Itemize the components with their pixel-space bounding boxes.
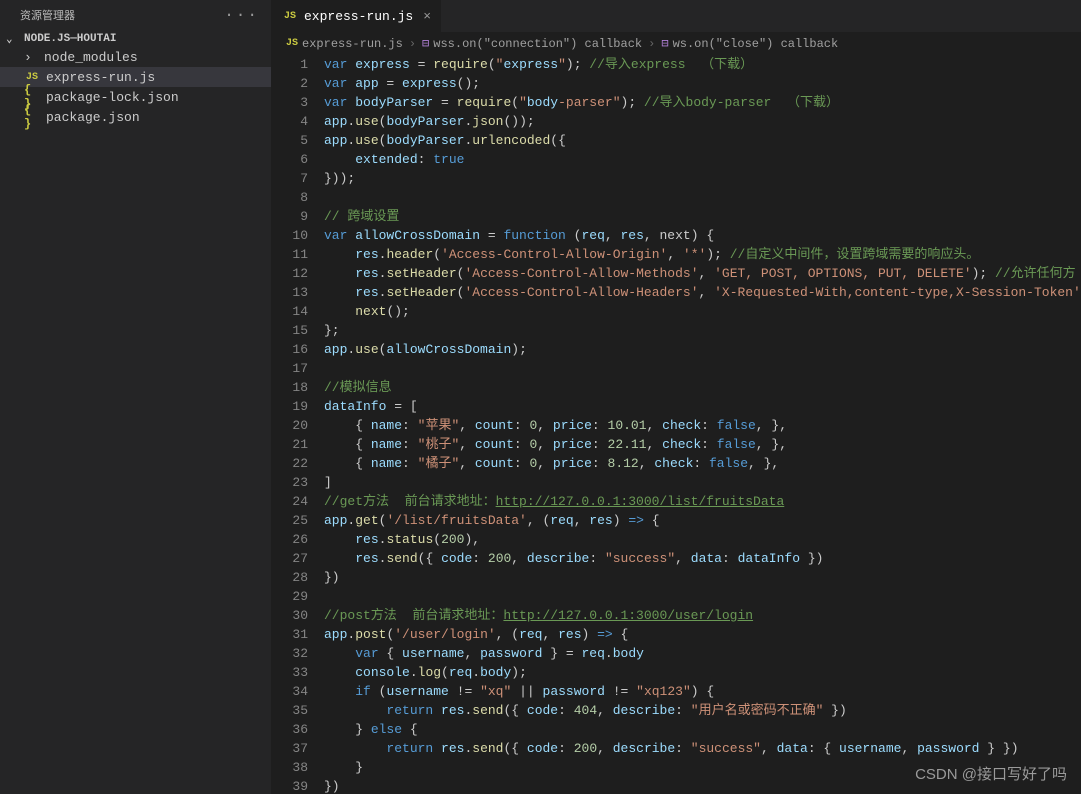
tab-express-run[interactable]: JS express-run.js × [272,0,442,32]
close-icon[interactable]: × [423,9,431,24]
json-icon: { } [24,109,40,125]
code-editor[interactable]: 1234567891011121314151617181920212223242… [272,55,1081,794]
tree-item-label: node_modules [44,50,138,65]
code-area[interactable]: var express = require("express"); //导入ex… [324,55,1081,794]
chevron-down-icon: ⌄ [6,32,20,46]
breadcrumb-label: ws.on("close") callback [673,37,839,51]
breadcrumb-label: wss.on("connection") callback [433,37,642,51]
tab-bar: JS express-run.js × [272,0,1081,32]
tree-item-node-modules[interactable]: › node_modules [0,48,271,67]
watermark: CSDN @接口写好了吗 [915,763,1067,784]
breadcrumb-label: express-run.js [302,37,403,51]
breadcrumb-item[interactable]: ⊟ wss.on("connection") callback [422,36,642,51]
root-folder-label: NODE.JS—HOUTAI [24,33,116,45]
chevron-right-icon: › [409,37,416,51]
method-icon: ⊟ [422,36,429,51]
tree-item-express-run[interactable]: JS express-run.js [0,67,271,87]
method-icon: ⊟ [661,36,668,51]
editor-main: JS express-run.js × JS express-run.js › … [272,0,1081,794]
tree-item-package-lock[interactable]: { } package-lock.json [0,87,271,107]
sidebar-header: 资源管理器 ··· [0,0,271,30]
tree-item-label: package.json [46,110,140,125]
js-icon: JS [286,38,298,49]
chevron-right-icon: › [648,37,655,51]
tab-label: express-run.js [304,9,413,24]
folder-root[interactable]: ⌄ NODE.JS—HOUTAI [0,30,271,48]
explorer-sidebar: 资源管理器 ··· ⌄ NODE.JS—HOUTAI › node_module… [0,0,272,794]
sidebar-title: 资源管理器 [20,7,75,23]
breadcrumb[interactable]: JS express-run.js › ⊟ wss.on("connection… [272,32,1081,55]
more-icon[interactable]: ··· [224,6,259,24]
line-gutter: 1234567891011121314151617181920212223242… [272,55,324,794]
breadcrumb-item[interactable]: ⊟ ws.on("close") callback [661,36,838,51]
tree-item-label: package-lock.json [46,90,179,105]
chevron-right-icon: › [24,50,38,65]
breadcrumb-item[interactable]: JS express-run.js [286,37,403,51]
tree-item-package[interactable]: { } package.json [0,107,271,127]
tree-item-label: express-run.js [46,70,155,85]
js-icon: JS [282,8,298,24]
